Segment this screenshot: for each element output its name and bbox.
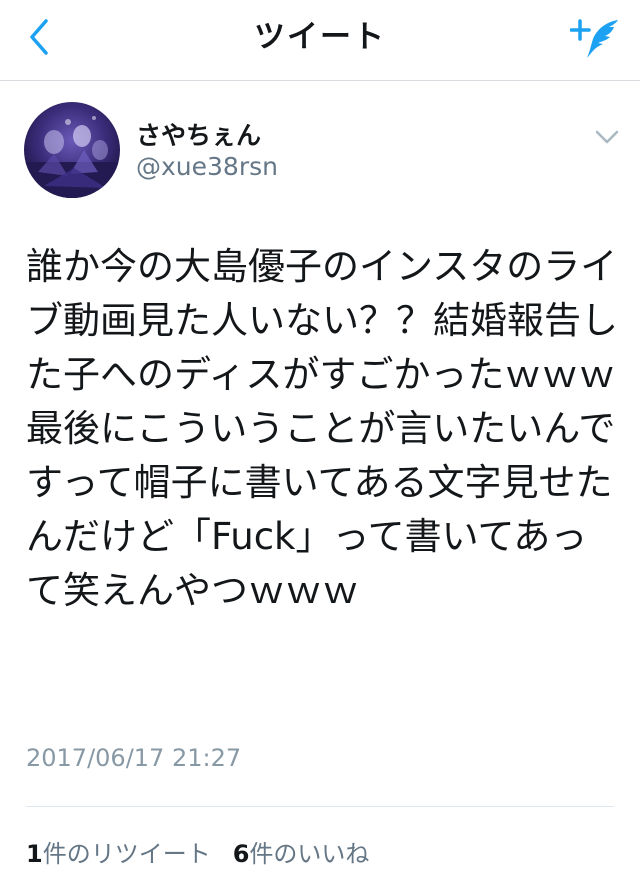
like-count: 6 — [232, 840, 250, 868]
like-count-link[interactable]: 6件のいいね — [233, 834, 370, 868]
retweet-label: 件のリツイート — [42, 840, 211, 868]
retweet-count: 1 — [26, 840, 43, 868]
display-name[interactable]: さやちぇん — [136, 116, 261, 152]
divider — [26, 806, 614, 807]
avatar-image — [24, 116, 120, 198]
tweet-text: 誰か今の大島優子のインスタのライブ動画見た人いない？？結婚報告した子へのディスが… — [26, 245, 618, 612]
username[interactable]: @xue38rsn — [136, 152, 278, 181]
chevron-left-icon — [30, 19, 48, 55]
chevron-down-icon — [595, 130, 619, 144]
compose-tweet-icon — [570, 19, 618, 58]
tweet-timestamp: 2017/06/17 21:27 — [26, 744, 242, 772]
tweet-options-button[interactable] — [592, 126, 622, 148]
page-title: ツイート — [254, 19, 386, 55]
like-label: 件のいいね — [249, 840, 370, 868]
retweet-count-link[interactable]: 1件のリツイート — [26, 834, 211, 868]
avatar[interactable] — [24, 102, 120, 198]
navigation-bar: ツイート — [0, 0, 640, 81]
compose-tweet-button[interactable] — [566, 10, 626, 66]
back-button[interactable] — [14, 12, 64, 62]
tweet-stats: 1件のリツイート 6件のいいね — [26, 834, 369, 868]
tweet-header: さやちぇん @xue38rsn — [24, 102, 624, 202]
